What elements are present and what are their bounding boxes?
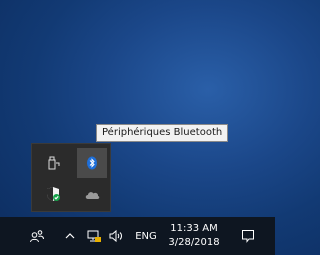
- tooltip-text: Périphériques Bluetooth: [102, 127, 223, 138]
- action-center-icon[interactable]: [236, 217, 260, 255]
- language-label: ENG: [135, 230, 157, 242]
- tray-overflow-flyout: [31, 143, 111, 212]
- language-indicator[interactable]: ENG: [131, 217, 161, 255]
- clock-time: 11:33 AM: [170, 223, 218, 234]
- bluetooth-icon[interactable]: [77, 148, 107, 178]
- usb-device-icon[interactable]: [38, 148, 68, 178]
- clock-date: 3/28/2018: [168, 237, 220, 248]
- taskbar: ENG 11:33 AM 3/28/2018: [0, 217, 275, 255]
- tooltip: Périphériques Bluetooth: [96, 124, 229, 142]
- onedrive-icon[interactable]: [77, 179, 107, 209]
- volume-icon[interactable]: [106, 217, 126, 255]
- clock[interactable]: 11:33 AM 3/28/2018: [165, 217, 223, 255]
- chevron-up-icon[interactable]: [62, 217, 78, 255]
- windows-defender-icon[interactable]: [38, 179, 68, 209]
- network-icon[interactable]: [84, 217, 104, 255]
- people-icon[interactable]: [25, 217, 49, 255]
